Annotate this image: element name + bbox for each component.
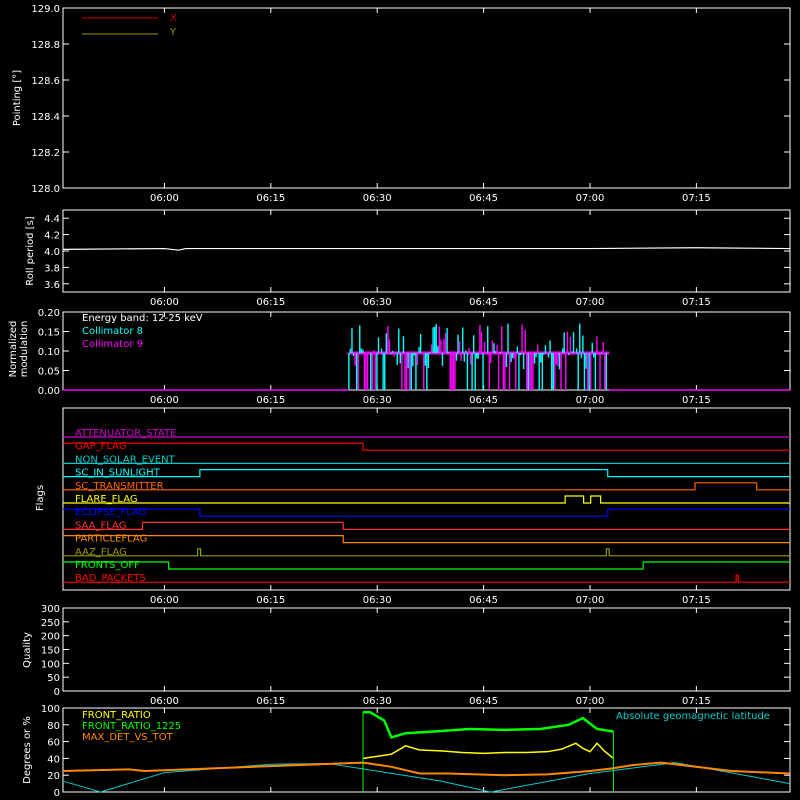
y-tick-label: 128.6 bbox=[31, 76, 60, 87]
y-tick-label: 3.6 bbox=[44, 280, 60, 291]
y-tick-label: 128.4 bbox=[31, 112, 60, 123]
y-tick-label: 128.8 bbox=[31, 40, 60, 51]
y-tick-label: 128.2 bbox=[31, 148, 60, 159]
y-tick-label: 3.8 bbox=[44, 263, 60, 274]
legend-y-label: Y bbox=[169, 27, 177, 38]
x-tick-label: 07:15 bbox=[682, 395, 711, 406]
flag-label: ATTENUATOR_STATE bbox=[75, 428, 176, 439]
flag-label: SAA_FLAG bbox=[75, 520, 126, 531]
x-tick-label: 06:30 bbox=[363, 696, 392, 707]
x-tick-label: 07:00 bbox=[576, 595, 605, 606]
legend-collimator8: Collimator 8 bbox=[82, 326, 143, 337]
y-tick-label: 250 bbox=[41, 618, 60, 629]
flag-label: ECLIPSE_FLAG bbox=[75, 507, 146, 518]
x-tick-label: 06:45 bbox=[469, 696, 498, 707]
flag-label: PARTICLEFLAG bbox=[75, 534, 147, 545]
modulation-ylabel-line2: modulation bbox=[19, 321, 30, 378]
y-tick-label: 200 bbox=[41, 632, 60, 643]
legend-max-det: MAX_DET_VS_TOT bbox=[82, 732, 174, 743]
x-tick-label: 06:30 bbox=[363, 297, 392, 308]
legend-x-label: X bbox=[170, 13, 177, 24]
energy-band-label: Energy band: 12-25 keV bbox=[82, 313, 203, 324]
y-tick-label: 0 bbox=[54, 687, 60, 698]
y-tick-label: 0.15 bbox=[38, 328, 60, 339]
y-tick-label: 0 bbox=[54, 788, 60, 799]
y-tick-label: 150 bbox=[41, 646, 60, 657]
x-tick-label: 06:45 bbox=[469, 595, 498, 606]
y-tick-label: 4.2 bbox=[44, 231, 60, 242]
summary-plot: 128.0 128.2 128.4 128.6 128.8 129.0 06:00 06:1… bbox=[0, 0, 800, 800]
flag-label: SC_TRANSMITTER bbox=[75, 481, 164, 492]
flag-label: BAD_PACKETS bbox=[75, 573, 146, 584]
y-tick-label: 128.0 bbox=[31, 184, 60, 195]
legend-front-ratio-1225: FRONT_RATIO_1225 bbox=[82, 721, 181, 732]
x-tick-label: 06:15 bbox=[256, 297, 285, 308]
x-tick-label: 06:45 bbox=[469, 297, 498, 308]
x-tick-label: 06:15 bbox=[256, 395, 285, 406]
x-tick-label: 06:15 bbox=[256, 193, 285, 204]
x-tick-label: 06:00 bbox=[150, 395, 179, 406]
y-tick-label: 300 bbox=[41, 604, 60, 615]
x-tick-label: 07:00 bbox=[576, 395, 605, 406]
x-tick-label: 06:30 bbox=[363, 193, 392, 204]
pointing-ylabel: Pointing [°] bbox=[12, 70, 23, 126]
x-tick-label: 06:45 bbox=[469, 395, 498, 406]
x-tick-label: 06:00 bbox=[150, 297, 179, 308]
modulation-ylabel-line1: Normalized bbox=[8, 321, 19, 378]
y-tick-label: 0.20 bbox=[38, 308, 60, 319]
y-tick-label: 100 bbox=[41, 704, 60, 715]
x-tick-label: 06:30 bbox=[363, 595, 392, 606]
flag-label: SC_IN_SUNLIGHT bbox=[75, 468, 161, 479]
x-tick-label: 06:00 bbox=[150, 193, 179, 204]
quality-ylabel: Quality bbox=[22, 632, 33, 668]
flag-label: AAZ_FLAG bbox=[75, 547, 127, 558]
x-tick-label: 07:15 bbox=[682, 193, 711, 204]
ratios-ylabel: Degrees or % bbox=[22, 716, 33, 784]
y-tick-label: 129.0 bbox=[31, 4, 60, 15]
flags-ylabel: Flags bbox=[35, 485, 46, 511]
x-tick-label: 06:15 bbox=[256, 595, 285, 606]
roll-ylabel: Roll period [s] bbox=[25, 216, 36, 285]
x-tick-label: 07:00 bbox=[576, 193, 605, 204]
y-tick-label: 80 bbox=[47, 721, 60, 732]
x-tick-label: 06:15 bbox=[256, 696, 285, 707]
x-tick-label: 06:30 bbox=[363, 395, 392, 406]
y-tick-label: 50 bbox=[47, 673, 60, 684]
legend-front-ratio: FRONT_RATIO bbox=[82, 710, 151, 721]
y-tick-label: 100 bbox=[41, 659, 60, 670]
y-tick-label: 0.10 bbox=[38, 347, 60, 358]
flag-label: FRONTS_OFF bbox=[75, 560, 140, 571]
geomag-latitude-label: Absolute geomagnetic latitude bbox=[616, 711, 770, 722]
flag-label: FLARE_FLAG bbox=[75, 494, 138, 505]
y-tick-label: 60 bbox=[47, 738, 60, 749]
x-tick-label: 07:00 bbox=[576, 297, 605, 308]
x-tick-label: 06:00 bbox=[150, 696, 179, 707]
y-tick-label: 20 bbox=[47, 771, 60, 782]
flag-label: NON_SOLAR_EVENT bbox=[75, 454, 176, 465]
x-tick-label: 07:15 bbox=[682, 595, 711, 606]
y-tick-label: 0.05 bbox=[38, 367, 60, 378]
y-tick-label: 40 bbox=[47, 754, 60, 765]
x-tick-label: 07:15 bbox=[682, 297, 711, 308]
x-tick-label: 06:00 bbox=[150, 595, 179, 606]
x-tick-label: 06:45 bbox=[469, 193, 498, 204]
x-tick-label: 07:00 bbox=[576, 696, 605, 707]
legend-collimator9: Collimator 9 bbox=[82, 339, 143, 350]
y-tick-label: 0.00 bbox=[38, 386, 60, 397]
flag-label: GAP_FLAG bbox=[75, 441, 127, 452]
x-tick-label: 07:15 bbox=[682, 696, 711, 707]
y-tick-label: 4.4 bbox=[44, 214, 60, 225]
y-tick-label: 4.0 bbox=[44, 247, 60, 258]
